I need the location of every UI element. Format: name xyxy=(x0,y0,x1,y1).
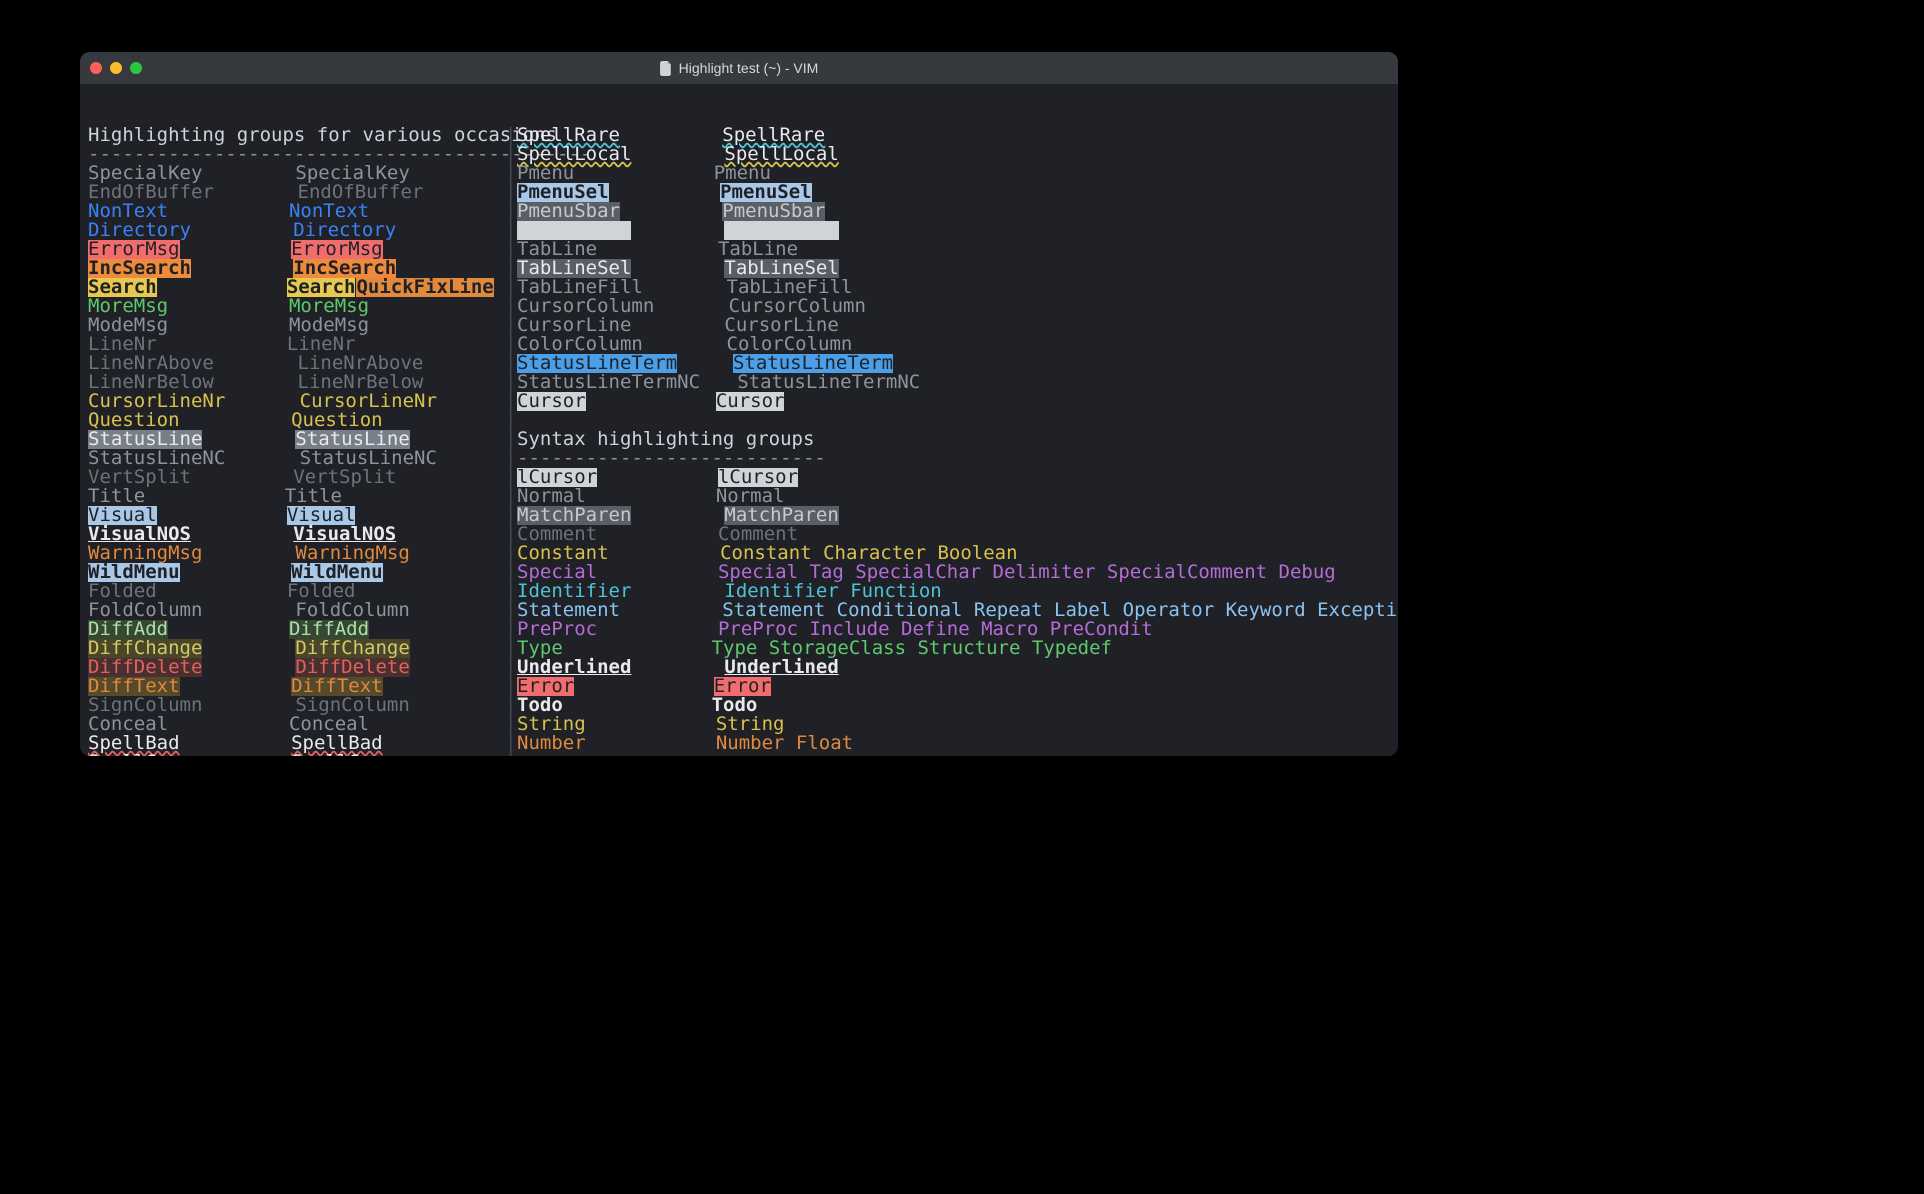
window-title: Highlight test (~) - VIM xyxy=(80,52,1398,84)
hl-structure-extra2: Structure xyxy=(906,639,1020,658)
hl-exception-extra6: Exception xyxy=(1306,601,1398,620)
hl-float-extra1: Float xyxy=(784,734,853,753)
hl-quickfixline: QuickFixLine xyxy=(356,278,493,297)
vertical-split-char: | xyxy=(505,753,517,756)
terminal-window: Highlight test (~) - VIM Highlighting gr… xyxy=(80,52,1398,756)
hl-cursor: Cursor xyxy=(716,392,785,411)
titlebar: Highlight test (~) - VIM xyxy=(80,52,1398,84)
document-icon xyxy=(660,61,673,76)
end-of-buffer-tilde: ~ xyxy=(517,753,528,756)
hl-spellcap: SpellCap xyxy=(88,753,180,756)
vertical-split: |||||||||||||||||||||||||||||||||| xyxy=(505,126,517,756)
terminal-content[interactable]: Highlighting groups for various occasion… xyxy=(80,84,1398,756)
hl-typedef-extra3: Typedef xyxy=(1020,639,1112,658)
hl-number: Number xyxy=(716,734,785,753)
left-columns: Highlighting groups for various occasion… xyxy=(88,126,505,756)
hl-cursor: Cursor xyxy=(517,392,586,411)
right-columns: SpellRareSpellRareSpellLocalSpellLocalPm… xyxy=(517,126,1398,756)
hl-spellcap-dup: SpellCap xyxy=(291,753,383,756)
hl-keyword-extra5: Keyword xyxy=(1214,601,1306,620)
hl-delimiter-extra3: Delimiter xyxy=(981,563,1095,582)
window-title-text: Highlight test (~) - VIM xyxy=(679,52,819,84)
hl-specialcomment-extra4: SpecialComment xyxy=(1095,563,1267,582)
hl-debug-extra5: Debug xyxy=(1267,563,1336,582)
